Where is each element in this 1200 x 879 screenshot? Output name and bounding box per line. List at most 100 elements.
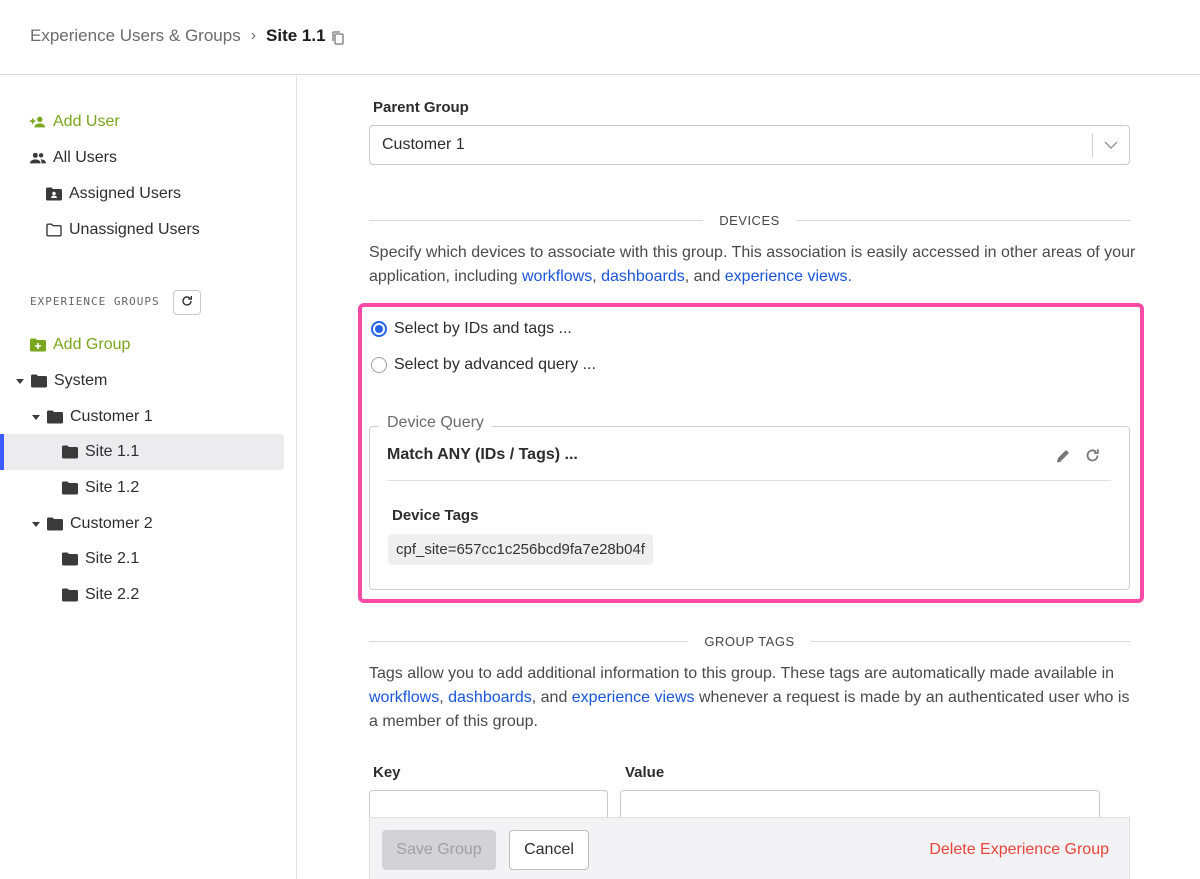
and-text: , and [531, 689, 572, 706]
tree-item-site-2-2[interactable]: Site 2.2 [62, 586, 139, 604]
workflows-link[interactable]: workflows [369, 689, 439, 706]
parent-group-value: Customer 1 [382, 136, 465, 153]
comma-text: , [439, 689, 449, 706]
workflows-link[interactable]: workflows [522, 268, 592, 285]
folder-icon [62, 480, 78, 496]
selected-indicator [0, 434, 4, 470]
breadcrumb: Experience Users & Groups › Site 1.1 [30, 26, 344, 46]
add-user-button[interactable]: Add User [30, 113, 120, 131]
tree-item-customer-2[interactable]: Customer 2 [31, 515, 153, 533]
divider [810, 640, 1130, 642]
device-query-actions [1055, 448, 1100, 469]
tree-item-site-2-1[interactable]: Site 2.1 [62, 550, 139, 568]
tree-item-label: Customer 2 [70, 515, 153, 532]
sidebar-item-label: All Users [53, 149, 118, 166]
copy-icon[interactable] [331, 30, 344, 45]
add-group-label: Add Group [53, 336, 131, 353]
radio-unchecked-icon[interactable] [371, 357, 387, 373]
match-any-title: Match ANY (IDs / Tags) ... [387, 446, 578, 463]
tag-value-input[interactable] [620, 790, 1100, 820]
radio-checked-icon[interactable] [371, 321, 387, 337]
device-tag-chip: cpf_site=657cc1c256bcd9fa7e28b04f [388, 534, 653, 565]
tree-item-customer-1[interactable]: Customer 1 [31, 408, 153, 426]
radio-select-advanced-query[interactable]: Select by advanced query ... [371, 356, 596, 374]
tree-item-label: Customer 1 [70, 408, 153, 425]
tree-item-system[interactable]: System [15, 372, 107, 390]
tree-item-site-1-1[interactable]: Site 1.1 [62, 443, 139, 461]
radio-select-ids-tags[interactable]: Select by IDs and tags ... [371, 320, 572, 338]
add-group-button[interactable]: Add Group [30, 336, 130, 354]
group-tags-description: Tags allow you to add additional informa… [369, 662, 1139, 734]
users-icon [30, 150, 46, 166]
radio-label: Select by advanced query ... [394, 356, 596, 373]
header-bar: Experience Users & Groups › Site 1.1 [0, 0, 1200, 75]
value-label: Value [625, 764, 665, 781]
tree-item-label: Site 2.1 [85, 550, 140, 567]
key-label: Key [373, 764, 401, 781]
folder-icon [31, 373, 47, 389]
caret-down-icon[interactable] [31, 519, 41, 529]
folder-icon [47, 516, 63, 532]
sidebar-item-label: Unassigned Users [69, 221, 200, 238]
group-tags-heading: GROUP TAGS [369, 631, 1130, 651]
sidebar-item-assigned-users[interactable]: Assigned Users [46, 185, 181, 203]
pencil-icon[interactable] [1055, 448, 1071, 469]
save-group-button[interactable]: Save Group [382, 830, 496, 870]
chevron-down-icon[interactable] [1093, 141, 1129, 149]
sidebar-item-all-users[interactable]: All Users [30, 149, 117, 167]
tree-item-label: Site 1.1 [85, 443, 140, 460]
parent-group-label: Parent Group [373, 99, 469, 116]
breadcrumb-parent-link[interactable]: Experience Users & Groups [30, 26, 241, 46]
form-footer: Save Group Cancel Delete Experience Grou… [369, 817, 1130, 879]
delete-group-button[interactable]: Delete Experience Group [919, 830, 1109, 870]
parent-group-select[interactable]: Customer 1 [369, 125, 1130, 165]
folder-add-icon [30, 337, 46, 353]
tag-key-input[interactable] [369, 790, 608, 820]
refresh-groups-button[interactable] [173, 290, 201, 315]
group-tags-heading-text: GROUP TAGS [704, 633, 795, 649]
group-tags-desc-text: Tags allow you to add additional informa… [369, 665, 1115, 682]
add-user-icon [30, 114, 46, 130]
sidebar-item-unassigned-users[interactable]: Unassigned Users [46, 221, 200, 239]
sidebar: Add User All Users Assigned Users Unassi… [0, 76, 297, 879]
main-content: Parent Group Customer 1 DEVICES Specify … [298, 76, 1200, 879]
period-text: . [847, 268, 852, 285]
tree-item-label: Site 1.2 [85, 479, 140, 496]
page-title: Site 1.1 [266, 26, 326, 45]
refresh-icon[interactable] [1085, 448, 1100, 469]
dashboards-link[interactable]: dashboards [601, 268, 685, 285]
experience-views-link[interactable]: experience views [572, 689, 695, 706]
and-text: , and [684, 268, 725, 285]
tree-item-label: System [54, 372, 108, 389]
folder-user-icon [46, 186, 62, 202]
caret-down-icon[interactable] [31, 412, 41, 422]
radio-label: Select by IDs and tags ... [394, 320, 572, 337]
devices-heading-text: DEVICES [719, 212, 780, 228]
experience-views-link[interactable]: experience views [725, 268, 848, 285]
experience-groups-heading: EXPERIENCE GROUPS [30, 295, 160, 308]
folder-icon [62, 444, 78, 460]
folder-icon [62, 551, 78, 567]
cancel-button[interactable]: Cancel [509, 830, 589, 870]
folder-icon [62, 587, 78, 603]
breadcrumb-separator: › [250, 27, 257, 44]
selected-row-highlight [0, 434, 284, 470]
dashboards-link[interactable]: dashboards [448, 689, 532, 706]
folder-outline-icon [46, 222, 62, 238]
sidebar-item-label: Assigned Users [69, 185, 182, 202]
folder-icon [47, 409, 63, 425]
device-tags-label: Device Tags [392, 507, 479, 524]
device-query-legend: Device Query [379, 414, 492, 432]
comma-text: , [592, 268, 602, 285]
caret-down-icon[interactable] [15, 376, 25, 386]
add-user-label: Add User [53, 113, 120, 130]
divider [795, 219, 1131, 221]
tree-item-site-1-2[interactable]: Site 1.2 [62, 479, 139, 497]
refresh-icon [181, 294, 193, 312]
divider [387, 480, 1111, 481]
devices-heading: DEVICES [369, 210, 1131, 230]
devices-description: Specify which devices to associate with … [369, 241, 1139, 289]
tree-item-label: Site 2.2 [85, 586, 140, 603]
divider [369, 219, 704, 221]
divider [369, 640, 689, 642]
